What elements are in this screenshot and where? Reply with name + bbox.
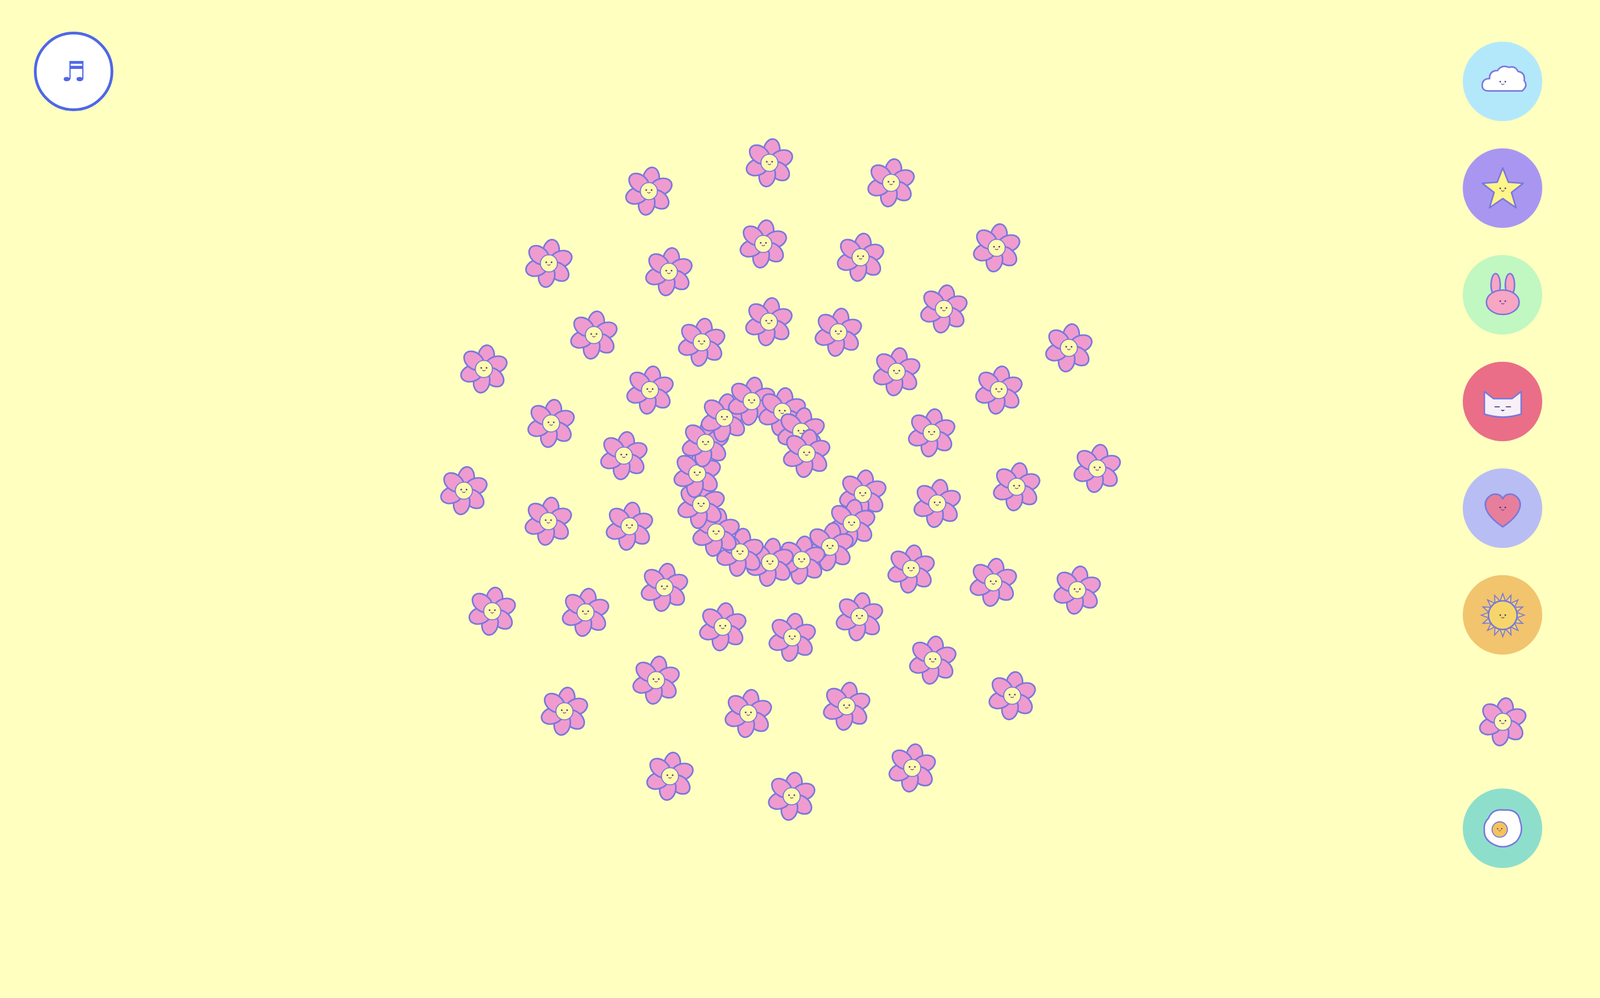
flower-stamp-icon[interactable] <box>884 542 938 596</box>
stamp-palette <box>1462 41 1543 868</box>
flower-stamp-icon[interactable] <box>885 741 939 795</box>
flower-stamp-icon[interactable] <box>742 136 797 190</box>
flower-stamp-icon[interactable] <box>990 460 1044 514</box>
flower-stamp-icon[interactable] <box>623 363 677 417</box>
flower-stamp-icon[interactable] <box>985 668 1039 723</box>
flower-stamp-icon[interactable] <box>602 499 657 553</box>
flower-stamp-icon[interactable] <box>597 428 651 483</box>
sun-stamp-icon[interactable] <box>1462 575 1543 655</box>
flower-stamp-icon[interactable] <box>820 679 874 733</box>
flower-stamp-icon[interactable] <box>1070 441 1124 495</box>
flower-stamp-icon[interactable] <box>622 164 676 218</box>
flower-stamp-icon[interactable] <box>780 426 834 480</box>
flower-stamp-icon[interactable] <box>966 555 1020 609</box>
flower-stamp-icon[interactable] <box>742 295 796 349</box>
flower-stamp-icon[interactable] <box>675 315 729 369</box>
flower-stamp-icon[interactable] <box>642 245 696 299</box>
flower-stamp-icon[interactable] <box>629 653 683 707</box>
cloud-stamp-icon[interactable] <box>1462 41 1543 122</box>
flower-stamp-icon[interactable] <box>765 769 819 823</box>
flower-stamp-icon[interactable] <box>521 494 575 548</box>
bunny-stamp-icon[interactable] <box>1462 255 1543 335</box>
heart-stamp-icon[interactable] <box>1462 468 1543 548</box>
flower-stamp-icon[interactable] <box>696 600 750 654</box>
flower-stamp-icon[interactable] <box>558 585 613 639</box>
flower-stamp-icon[interactable] <box>1050 563 1104 617</box>
flower-stamp-icon[interactable] <box>905 406 959 460</box>
drawing-canvas[interactable] <box>0 0 1600 998</box>
flower-stamp-icon[interactable] <box>522 236 576 290</box>
flower-stamp-icon[interactable] <box>910 476 964 530</box>
flower-stamp-icon[interactable] <box>832 590 887 644</box>
cat-stamp-icon[interactable] <box>1462 361 1543 442</box>
flower-stamp-icon[interactable] <box>637 560 692 614</box>
flower-stamp-icon[interactable] <box>765 610 819 664</box>
flower-stamp-icon[interactable] <box>1462 681 1543 762</box>
music-button[interactable]: ♬ <box>33 31 114 112</box>
flower-stamp-icon[interactable] <box>1042 321 1096 375</box>
star-stamp-icon[interactable] <box>1462 148 1543 228</box>
flower-stamp-icon[interactable] <box>567 308 621 362</box>
flower-stamp-icon[interactable] <box>870 345 924 399</box>
flower-stamp-icon[interactable] <box>972 363 1026 417</box>
music-note-icon: ♬ <box>61 57 87 86</box>
flower-stamp-icon[interactable] <box>465 584 519 638</box>
flower-stamp-icon[interactable] <box>537 684 592 738</box>
flower-stamp-icon[interactable] <box>917 282 971 336</box>
flower-stamp-icon[interactable] <box>864 156 918 210</box>
flower-stamp-icon[interactable] <box>643 749 697 803</box>
flower-stamp-icon[interactable] <box>906 633 960 687</box>
egg-stamp-icon[interactable] <box>1462 788 1543 868</box>
flower-stamp-icon[interactable] <box>833 230 888 284</box>
flower-stamp-icon[interactable] <box>721 686 775 740</box>
flower-stamp-icon[interactable] <box>811 305 865 359</box>
flower-stamp-icon[interactable] <box>736 217 790 271</box>
flower-stamp-icon[interactable] <box>970 221 1024 275</box>
flower-stamp-icon[interactable] <box>524 396 578 450</box>
flower-stamp-icon[interactable] <box>437 463 491 518</box>
flower-stamp-icon[interactable] <box>457 342 511 396</box>
